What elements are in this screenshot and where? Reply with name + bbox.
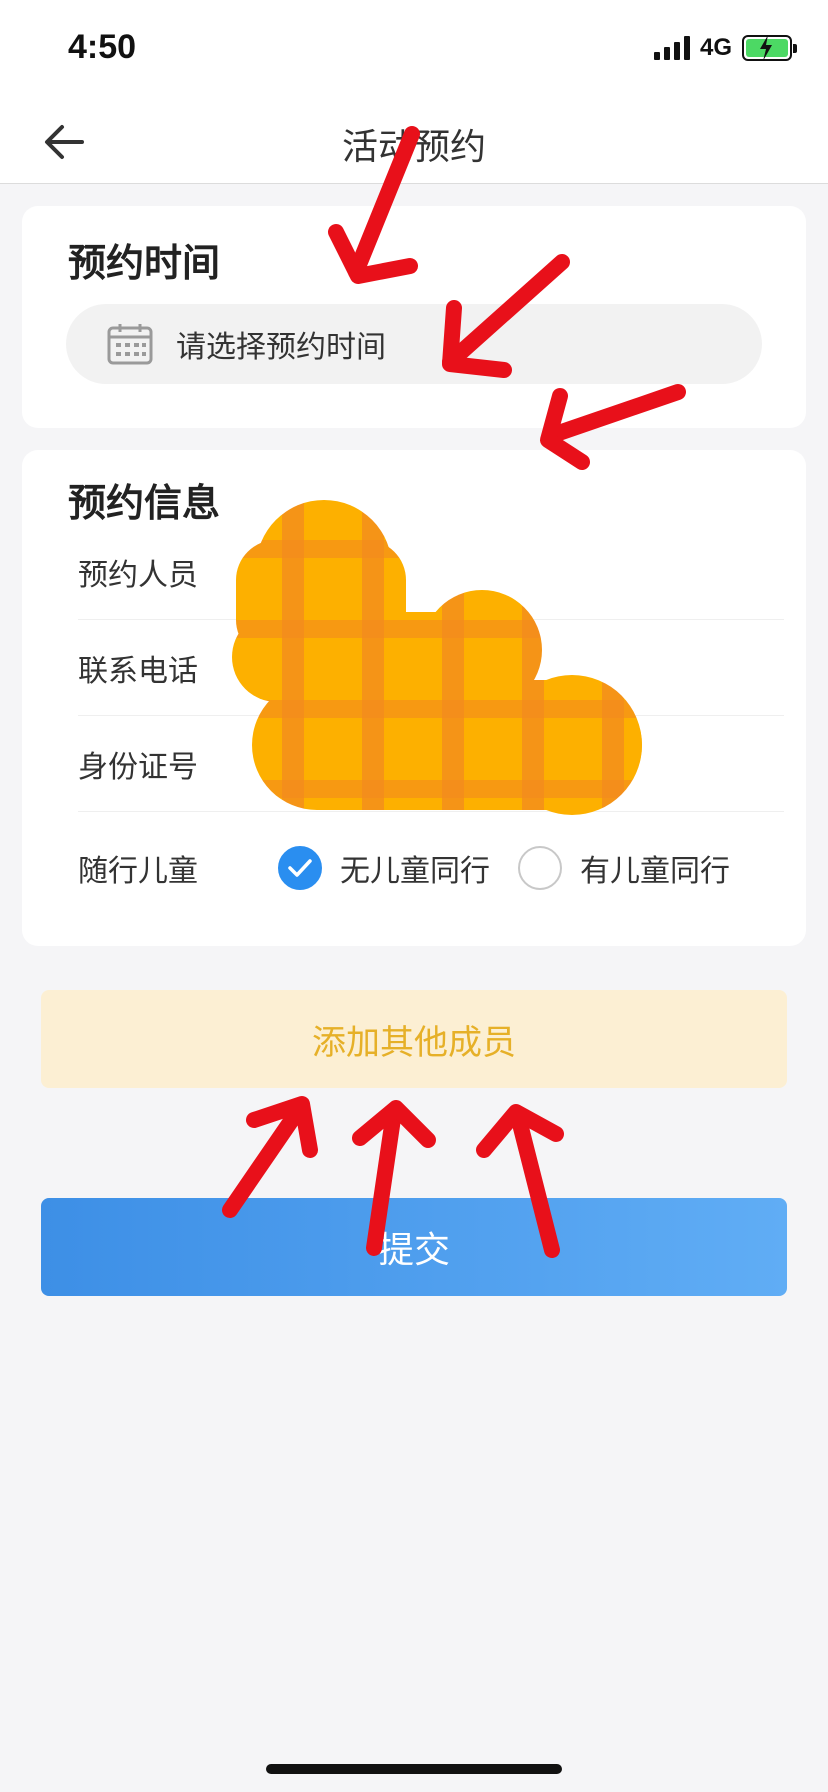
reservation-time-title: 预约时间 bbox=[68, 241, 221, 285]
reservation-time-card: 预约时间 请选择预约时间 bbox=[22, 206, 806, 428]
time-picker[interactable]: 请选择预约时间 bbox=[66, 304, 762, 384]
add-member-button[interactable]: 添加其他成员 bbox=[41, 990, 787, 1088]
time-picker-placeholder: 请选择预约时间 bbox=[176, 330, 386, 365]
status-bar: 4:50 4G bbox=[0, 0, 828, 100]
annotation-arrow bbox=[476, 1104, 564, 1158]
network-label: 4G bbox=[699, 34, 732, 61]
calendar-icon bbox=[107, 324, 153, 365]
submit-button[interactable]: 提交 bbox=[41, 1198, 787, 1296]
signal-icon bbox=[653, 36, 690, 60]
status-icons: 4G bbox=[653, 34, 797, 62]
form-row-children: 随行儿童 无儿童同行 有儿童同行 bbox=[78, 820, 784, 916]
redaction-scribble bbox=[232, 500, 642, 815]
home-indicator bbox=[266, 1764, 562, 1774]
annotation-arrow bbox=[246, 1096, 318, 1158]
reservation-info-title: 预约信息 bbox=[68, 481, 221, 525]
field-label: 随行儿童 bbox=[78, 854, 198, 889]
radio-with-children[interactable]: 有儿童同行 bbox=[518, 846, 730, 890]
annotation-arrow bbox=[222, 1100, 308, 1218]
radio-label: 有儿童同行 bbox=[580, 854, 730, 889]
page-title: 活动预约 bbox=[341, 127, 486, 168]
radio-unchecked-icon bbox=[518, 846, 562, 890]
status-time: 4:50 bbox=[68, 28, 137, 66]
annotation-arrow bbox=[352, 1100, 436, 1148]
battery-charging-icon bbox=[742, 35, 797, 61]
radio-no-children[interactable]: 无儿童同行 bbox=[278, 846, 490, 890]
radio-label: 无儿童同行 bbox=[340, 854, 490, 889]
check-icon bbox=[278, 846, 322, 890]
nav-bar: 活动预约 bbox=[0, 100, 828, 184]
